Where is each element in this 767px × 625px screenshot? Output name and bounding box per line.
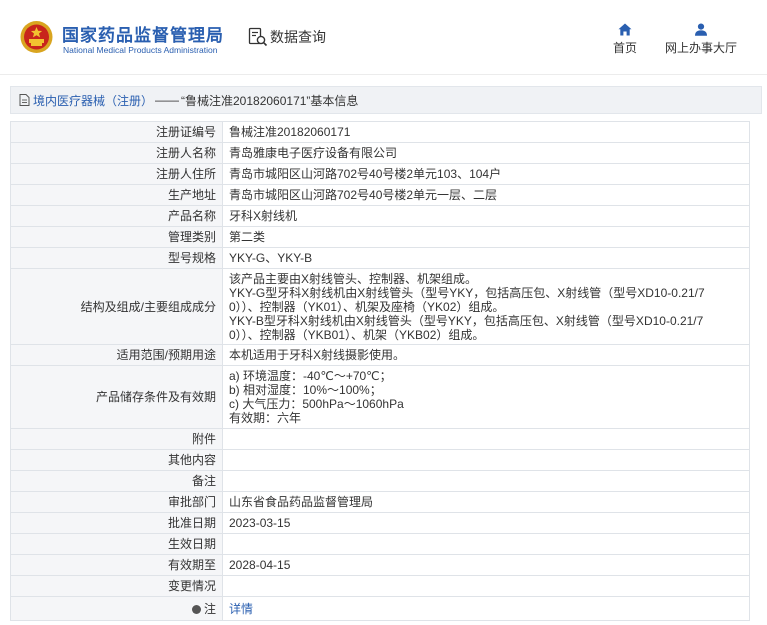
field-label: 产品名称 bbox=[10, 205, 223, 227]
field-label: 生效日期 bbox=[10, 533, 223, 555]
registration-detail-table: 注册证编号 鲁械注准20182060171 注册人名称 青岛雅康电子医疗设备有限… bbox=[10, 121, 750, 621]
header-divider bbox=[0, 74, 767, 75]
field-label: 备注 bbox=[10, 470, 223, 492]
breadcrumb: 境内医疗器械（注册） —— “鲁械注准20182060171”基本信息 bbox=[10, 86, 762, 114]
table-row: 生效日期 bbox=[10, 533, 750, 555]
table-row: 注册人住所 青岛市城阳区山河路702号40号楼2单元103、104户 bbox=[10, 163, 750, 185]
prod-address-value: 青岛市城阳区山河路702号40号楼2单元一层、二层 bbox=[222, 184, 750, 206]
detail-link[interactable]: 详情 bbox=[229, 602, 253, 616]
storage-line: b) 相对湿度：10%～100%； bbox=[229, 383, 382, 397]
approval-date-value: 2023-03-15 bbox=[222, 512, 750, 534]
field-label: 管理类别 bbox=[10, 226, 223, 248]
breadcrumb-separator: —— bbox=[155, 93, 180, 107]
structure-value: 该产品主要由X射线管头、控制器、机架组成。 YKY-G型牙科X射线机由X射线管头… bbox=[222, 268, 750, 345]
storage-line: 有效期：六年 bbox=[229, 411, 302, 425]
approval-dept-value: 山东省食品药品监督管理局 bbox=[222, 491, 750, 513]
table-row: 适用范围/预期用途 本机适用于牙科X射线摄影使用。 bbox=[10, 344, 750, 366]
reg-no-value: 鲁械注准20182060171 bbox=[222, 121, 750, 143]
table-row: 批准日期 2023-03-15 bbox=[10, 512, 750, 534]
field-label: 结构及组成/主要组成成分 bbox=[10, 268, 223, 345]
structure-line: 该产品主要由X射线管头、控制器、机架组成。 bbox=[229, 271, 478, 286]
field-label: 注 bbox=[203, 601, 216, 616]
breadcrumb-category-link[interactable]: 境内医疗器械（注册） bbox=[33, 92, 153, 109]
field-label: 注册人名称 bbox=[10, 142, 223, 164]
field-label: 附件 bbox=[10, 428, 223, 450]
storage-line: c) 大气压力：500hPa～1060hPa bbox=[229, 397, 404, 411]
table-row: 有效期至 2028-04-15 bbox=[10, 554, 750, 576]
table-row: 其他内容 bbox=[10, 449, 750, 471]
field-label: 审批部门 bbox=[10, 491, 223, 513]
org-name-cn: 国家药品监督管理局 bbox=[62, 26, 224, 45]
table-row: 生产地址 青岛市城阳区山河路702号40号楼2单元一层、二层 bbox=[10, 184, 750, 206]
note-value-cell: 详情 bbox=[222, 596, 750, 621]
nav-service-hall[interactable]: 网上办事大厅 bbox=[662, 23, 740, 56]
national-emblem-logo bbox=[20, 21, 53, 53]
table-row: 型号规格 YKY-G、YKY-B bbox=[10, 247, 750, 269]
info-bullet-icon bbox=[191, 604, 201, 614]
document-icon bbox=[19, 94, 30, 106]
table-row: 管理类别 第二类 bbox=[10, 226, 750, 248]
data-query-label: 数据查询 bbox=[270, 29, 326, 45]
effective-date-value bbox=[222, 533, 750, 555]
site-header: 国家药品监督管理局 National Medical Products Admi… bbox=[0, 0, 767, 74]
reg-address-value: 青岛市城阳区山河路702号40号楼2单元103、104户 bbox=[222, 163, 750, 185]
user-icon bbox=[695, 23, 707, 36]
table-row: 注册人名称 青岛雅康电子医疗设备有限公司 bbox=[10, 142, 750, 164]
data-query-icon bbox=[248, 27, 268, 47]
field-label: 注册人住所 bbox=[10, 163, 223, 185]
nav-home[interactable]: 首页 bbox=[610, 23, 640, 56]
structure-line: 0））、控制器（YKB01）、机架（YKB02）组成。 bbox=[229, 327, 485, 342]
table-row: 附件 bbox=[10, 428, 750, 450]
storage-value: a) 环境温度：-40℃～+70℃； b) 相对湿度：10%～100%； c) … bbox=[222, 365, 750, 429]
table-row: 注 详情 bbox=[10, 596, 750, 621]
table-row: 产品名称 牙科X射线机 bbox=[10, 205, 750, 227]
field-label: 批准日期 bbox=[10, 512, 223, 534]
mgmt-class-value: 第二类 bbox=[222, 226, 750, 248]
breadcrumb-title: “鲁械注准20182060171”基本信息 bbox=[181, 93, 359, 108]
table-row: 备注 bbox=[10, 470, 750, 492]
scope-value: 本机适用于牙科X射线摄影使用。 bbox=[222, 344, 750, 366]
table-row: 审批部门 山东省食品药品监督管理局 bbox=[10, 491, 750, 513]
attachment-value bbox=[222, 428, 750, 450]
nav-home-label: 首页 bbox=[612, 41, 637, 55]
data-query-link[interactable]: 数据查询 bbox=[248, 27, 326, 47]
change-value bbox=[222, 575, 750, 597]
remark-value bbox=[222, 470, 750, 492]
field-label: 其他内容 bbox=[10, 449, 223, 471]
structure-line: 0））、控制器（YK01）、机架及座椅（YK02）组成。 bbox=[229, 299, 505, 314]
table-row: 结构及组成/主要组成成分 该产品主要由X射线管头、控制器、机架组成。 YKY-G… bbox=[10, 268, 750, 345]
table-row: 变更情况 bbox=[10, 575, 750, 597]
field-label: 生产地址 bbox=[10, 184, 223, 206]
table-row: 产品储存条件及有效期 a) 环境温度：-40℃～+70℃； b) 相对湿度：10… bbox=[10, 365, 750, 429]
field-label: 有效期至 bbox=[10, 554, 223, 576]
structure-line: YKY-B型牙科X射线机由X射线管头（型号YKY，包括高压包、X射线管（型号XD… bbox=[229, 313, 704, 328]
nav-service-hall-label: 网上办事大厅 bbox=[664, 41, 737, 55]
table-row: 注册证编号 鲁械注准20182060171 bbox=[10, 121, 750, 143]
valid-until-value: 2028-04-15 bbox=[222, 554, 750, 576]
storage-line: a) 环境温度：-40℃～+70℃； bbox=[229, 369, 392, 383]
other-value bbox=[222, 449, 750, 471]
note-label-cell: 注 bbox=[10, 596, 223, 621]
org-name-en: National Medical Products Administration bbox=[63, 45, 218, 55]
field-label: 注册证编号 bbox=[10, 121, 223, 143]
field-label: 适用范围/预期用途 bbox=[10, 344, 223, 366]
field-label: 变更情况 bbox=[10, 575, 223, 597]
field-label: 产品储存条件及有效期 bbox=[10, 365, 223, 429]
registrant-value: 青岛雅康电子医疗设备有限公司 bbox=[222, 142, 750, 164]
structure-line: YKY-G型牙科X射线机由X射线管头（型号YKY，包括高压包、X射线管（型号XD… bbox=[229, 285, 705, 300]
model-value: YKY-G、YKY-B bbox=[222, 247, 750, 269]
field-label: 型号规格 bbox=[10, 247, 223, 269]
home-icon bbox=[618, 23, 632, 36]
product-name-value: 牙科X射线机 bbox=[222, 205, 750, 227]
